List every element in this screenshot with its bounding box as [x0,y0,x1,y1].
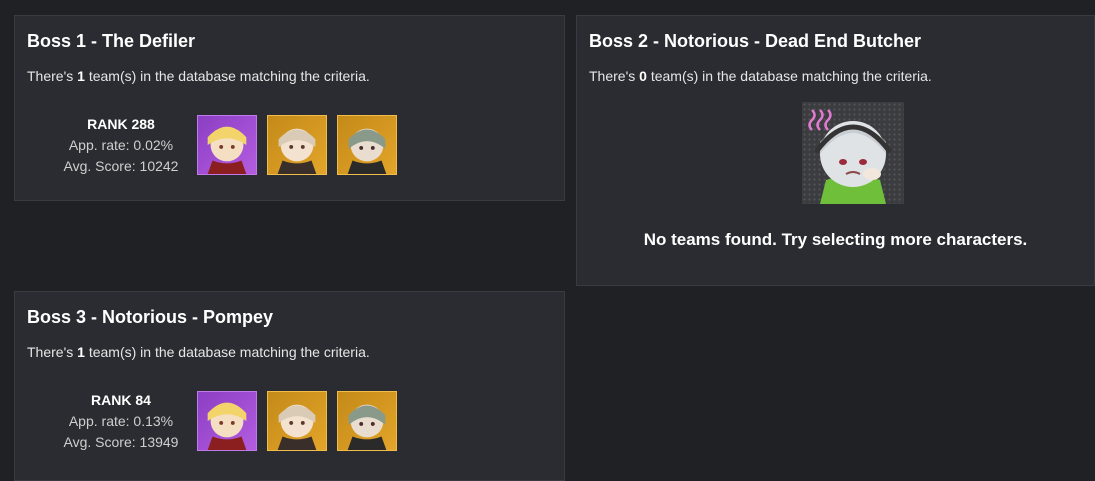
rank-label: RANK 84 [91,392,151,408]
character-portrait-silver-icon[interactable] [267,391,327,451]
rank-label: RANK 288 [87,116,155,132]
team-count: 0 [639,68,647,84]
character-portrait-silver-icon[interactable] [267,115,327,175]
boss-card-3: Boss 3 - Notorious - Pompey There's 1 te… [14,291,565,481]
app-rate: App. rate: 0.02% [68,137,174,153]
match-description: There's 1 team(s) in the database matchi… [27,344,370,360]
avg-score: Avg. Score: 10242 [63,158,179,174]
team-stats: RANK 288 App. rate: 0.02% Avg. Score: 10… [51,114,191,177]
character-portrait-blonde-icon[interactable] [197,115,257,175]
match-description: There's 0 team(s) in the database matchi… [589,68,932,84]
boss-card-1: Boss 1 - The Defiler There's 1 team(s) i… [14,15,565,201]
empty-message: No teams found. Try selecting more chara… [643,230,1028,249]
team-count: 1 [77,344,85,360]
match-description: There's 1 team(s) in the database matchi… [27,68,370,84]
boss-title: Boss 1 - The Defiler [27,31,196,51]
team-stats: RANK 84 App. rate: 0.13% Avg. Score: 139… [51,390,191,453]
boss-title: Boss 3 - Notorious - Pompey [27,307,274,327]
character-portrait-green-icon[interactable] [337,391,397,451]
app-rate: App. rate: 0.13% [68,413,174,429]
character-portrait-blonde-icon[interactable] [197,391,257,451]
sad-chibi-illustration-icon [802,102,904,204]
team-count: 1 [77,68,85,84]
boss-card-2: Boss 2 - Notorious - Dead End Butcher Th… [576,15,1095,286]
boss-title: Boss 2 - Notorious - Dead End Butcher [589,31,922,51]
avg-score: Avg. Score: 13949 [63,434,179,450]
character-portrait-green-icon[interactable] [337,115,397,175]
